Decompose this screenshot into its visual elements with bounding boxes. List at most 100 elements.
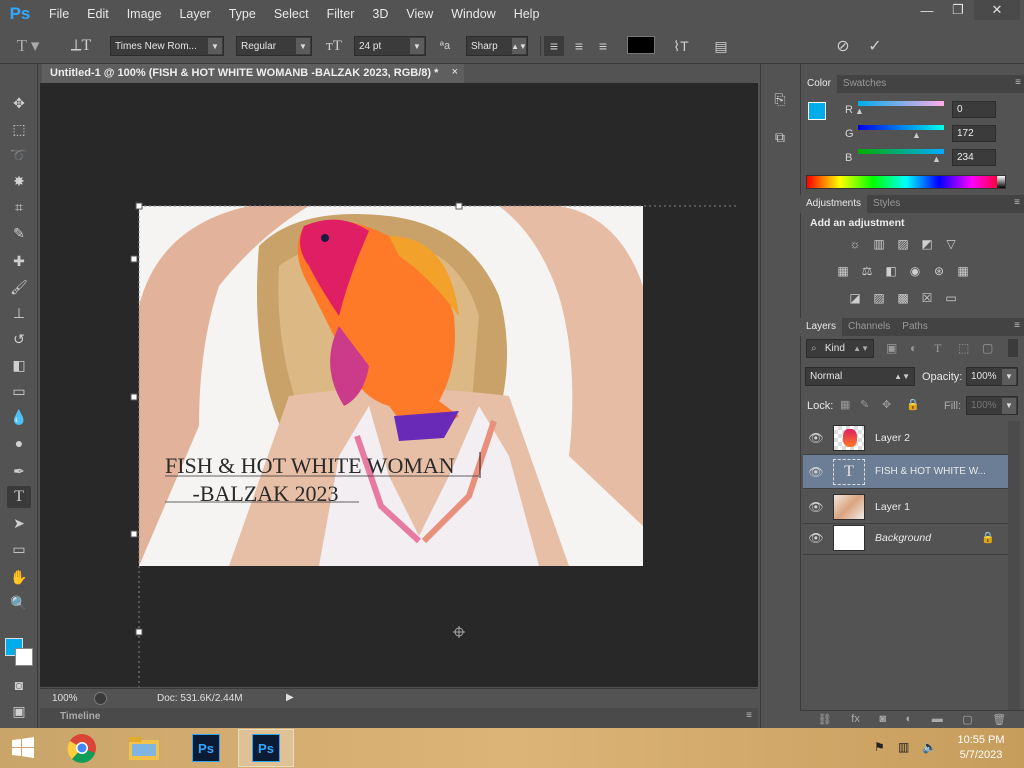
tab-styles[interactable]: Styles (867, 195, 906, 213)
panel-menu-icon[interactable]: ≡ (1015, 77, 1021, 88)
visibility-eye-icon[interactable]: 👁 (803, 531, 829, 545)
layer-name[interactable]: FISH & HOT WHITE W... (875, 466, 986, 477)
tab-swatches[interactable]: Swatches (837, 75, 892, 93)
link-layers-icon[interactable]: ⛓ (818, 713, 832, 726)
filter-pixel-icon[interactable]: ▣ (886, 341, 897, 355)
commit-edits-icon[interactable]: ✓ (864, 36, 886, 56)
windows-start-button[interactable] (0, 729, 46, 767)
vibrance-icon[interactable]: ▽ (942, 237, 960, 251)
b-value-input[interactable]: 234 (952, 149, 996, 166)
panel-menu-icon[interactable]: ≡ (1014, 197, 1020, 208)
brightness-contrast-icon[interactable]: ☼ (846, 237, 864, 251)
tab-channels[interactable]: Channels (842, 318, 896, 336)
delete-layer-icon[interactable]: 🗑 (992, 713, 1006, 726)
tab-adjustments[interactable]: Adjustments (800, 195, 868, 213)
r-slider-thumb[interactable]: ▲ (855, 106, 864, 116)
lock-all-icon[interactable]: 🔒 (906, 398, 920, 411)
font-size-select[interactable]: 24 pt ▼ (354, 36, 426, 56)
panel-menu-icon[interactable]: ≡ (1014, 320, 1020, 331)
color-spectrum-ramp[interactable] (806, 175, 1006, 189)
properties-panel-icon[interactable]: ⧉ (768, 126, 792, 148)
threshold-icon[interactable]: ▩ (894, 291, 912, 305)
hand-tool-icon[interactable]: ✋ (7, 566, 31, 588)
healing-brush-tool-icon[interactable]: ✚ (7, 250, 31, 272)
close-tab-icon[interactable]: × (452, 66, 458, 78)
menu-type[interactable]: Type (220, 0, 265, 28)
posterize-icon[interactable]: ▨ (870, 291, 888, 305)
fill-input[interactable]: 100% ▼ (966, 396, 1018, 415)
network-icon[interactable]: ▥ (898, 740, 909, 754)
lock-pixels-icon[interactable]: ✎ (860, 398, 869, 411)
menu-view[interactable]: View (397, 0, 442, 28)
menu-help[interactable]: Help (505, 0, 549, 28)
character-panel-icon[interactable]: ▤ (710, 36, 732, 56)
history-brush-tool-icon[interactable]: ↺ (7, 328, 31, 350)
menu-file[interactable]: File (40, 0, 78, 28)
quick-mask-icon[interactable]: ◙ (7, 674, 31, 696)
g-slider[interactable] (858, 125, 944, 130)
screen-mode-icon[interactable]: ▣ (7, 700, 31, 722)
minimize-button[interactable]: — (912, 0, 942, 20)
marquee-tool-icon[interactable]: ⬚ (7, 118, 31, 140)
antialias-select[interactable]: Sharp ▲▼ (466, 36, 528, 56)
history-panel-icon[interactable]: ⎘ (768, 88, 792, 110)
g-slider-thumb[interactable]: ▲ (912, 130, 921, 140)
crop-tool-icon[interactable]: ⌗ (7, 196, 31, 218)
color-panel-foreground-swatch[interactable] (808, 102, 826, 120)
align-right-icon[interactable]: ≡ (593, 36, 613, 56)
action-center-icon[interactable]: ⚑ (874, 740, 885, 754)
background-color-swatch[interactable] (15, 648, 33, 666)
layer-name[interactable]: Layer 1 (875, 501, 910, 513)
color-balance-icon[interactable]: ⚖ (858, 264, 876, 278)
black-white-icon[interactable]: ◧ (882, 264, 900, 278)
curves-icon[interactable]: ▨ (894, 237, 912, 251)
visibility-eye-icon[interactable]: 👁 (803, 465, 829, 479)
lock-transparent-icon[interactable]: ▦ (840, 398, 850, 411)
menu-layer[interactable]: Layer (170, 0, 219, 28)
selective-color-icon[interactable]: ☒ (918, 291, 936, 305)
restore-button[interactable]: ❐ (943, 0, 973, 20)
type-tool-icon[interactable]: T (7, 486, 31, 508)
close-button[interactable]: ✕ (974, 0, 1020, 20)
photoshop-taskbar-icon[interactable]: Ps (178, 729, 234, 767)
brush-tool-icon[interactable]: 🖌 (7, 276, 31, 298)
text-orientation-icon[interactable]: ⟂T (70, 36, 92, 56)
gradient-map-icon[interactable]: ▭ (942, 291, 960, 305)
move-tool-icon[interactable]: ✥ (7, 92, 31, 114)
font-style-select[interactable]: Regular ▼ (236, 36, 312, 56)
blend-mode-select[interactable]: Normal ▲▼ (805, 367, 915, 386)
photo-filter-icon[interactable]: ◉ (906, 264, 924, 278)
filter-toggle[interactable] (1008, 339, 1018, 357)
tab-layers[interactable]: Layers (800, 318, 843, 336)
align-left-icon[interactable]: ≡ (544, 36, 564, 56)
invert-icon[interactable]: ◪ (846, 291, 864, 305)
eraser-tool-icon[interactable]: ◧ (7, 354, 31, 376)
menu-image[interactable]: Image (118, 0, 171, 28)
lock-position-icon[interactable]: ✥ (882, 398, 891, 411)
layer-filter-kind-select[interactable]: ⌕ Kind ▲▼ (806, 339, 874, 358)
layers-scrollbar[interactable] (1008, 421, 1020, 711)
menu-filter[interactable]: Filter (318, 0, 364, 28)
r-value-input[interactable]: 0 (952, 101, 996, 118)
tab-color[interactable]: Color (801, 75, 837, 93)
menu-window[interactable]: Window (442, 0, 504, 28)
zoom-level[interactable]: 100% (52, 693, 78, 704)
visibility-eye-icon[interactable]: 👁 (803, 500, 829, 514)
zoom-tool-icon[interactable]: 🔍 (7, 592, 31, 614)
align-center-icon[interactable]: ≡ (569, 36, 589, 56)
filter-type-icon[interactable]: T (934, 341, 941, 356)
magic-wand-tool-icon[interactable]: ✸ (7, 170, 31, 192)
text-color-swatch[interactable] (627, 36, 655, 54)
status-menu-icon[interactable] (94, 692, 107, 705)
file-explorer-taskbar-icon[interactable] (116, 729, 172, 767)
pen-tool-icon[interactable]: ✒ (7, 460, 31, 482)
lasso-tool-icon[interactable]: ➰ (7, 144, 31, 166)
new-layer-icon[interactable]: ▢ (962, 713, 972, 726)
layer-row-text[interactable]: 👁 T FISH & HOT WHITE W... (803, 455, 1008, 489)
new-group-icon[interactable]: ▬ (932, 713, 943, 726)
g-value-input[interactable]: 172 (952, 125, 996, 142)
filter-shape-icon[interactable]: ⬚ (958, 341, 969, 355)
opacity-input[interactable]: 100% ▼ (966, 367, 1018, 386)
r-slider[interactable] (858, 101, 944, 106)
filter-smart-object-icon[interactable]: ▢ (982, 341, 993, 355)
